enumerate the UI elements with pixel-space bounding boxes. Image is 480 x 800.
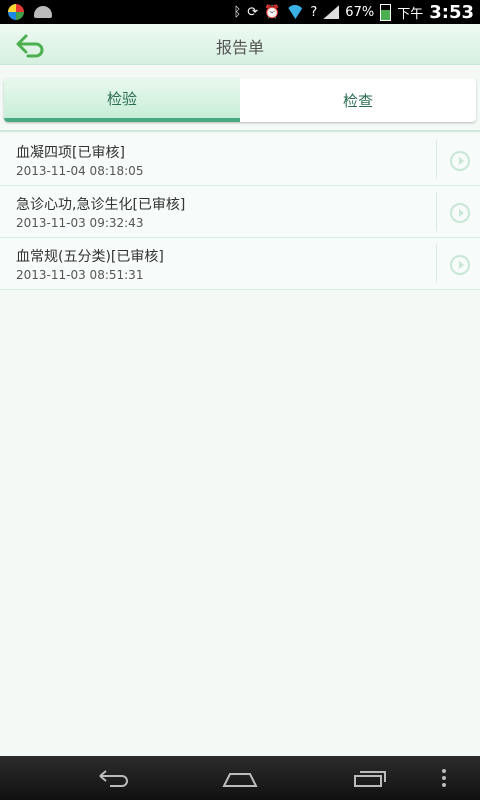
rotate-icon: ⟳	[247, 4, 259, 20]
report-date: 2013-11-03 09:32:43	[16, 216, 144, 230]
time-period: 下午	[397, 6, 424, 22]
list-item[interactable]: 血常规(五分类)[已审核] 2013-11-03 08:51:31	[0, 238, 480, 290]
system-nav-bar	[0, 756, 480, 800]
report-title: 血常规(五分类)[已审核]	[16, 249, 164, 265]
signal-icon	[323, 5, 340, 19]
tab-bar: 检验 检查	[4, 78, 476, 122]
battery-icon	[380, 3, 392, 21]
nav-home-button[interactable]	[220, 764, 260, 792]
app-notification-icon	[8, 4, 24, 20]
home-icon	[222, 773, 258, 787]
chevron-right-icon[interactable]	[450, 203, 470, 223]
header-bar: 报告单	[0, 24, 480, 65]
row-divider	[436, 140, 437, 179]
list-item[interactable]: 急诊心功,急诊生化[已审核] 2013-11-03 09:32:43	[0, 186, 480, 238]
report-date: 2013-11-03 08:51:31	[16, 268, 144, 282]
battery-percent: 67%	[345, 4, 375, 20]
nav-back-button[interactable]	[94, 764, 134, 792]
nav-recents-button[interactable]	[350, 764, 390, 792]
clock: 3:53	[429, 1, 474, 23]
report-list: 血凝四项[已审核] 2013-11-04 08:18:05 急诊心功,急诊生化[…	[0, 134, 480, 290]
list-item[interactable]: 血凝四项[已审核] 2013-11-04 08:18:05	[0, 134, 480, 186]
status-bar: ᛒ ⟳ ⏰ ? 67% 下午 3:53	[0, 0, 480, 24]
page-title: 报告单	[215, 38, 264, 57]
row-divider	[436, 244, 437, 283]
row-divider	[436, 192, 437, 231]
wifi-icon	[286, 5, 305, 19]
chevron-right-icon[interactable]	[450, 151, 470, 171]
tab-inspection[interactable]: 检验	[4, 78, 240, 122]
sim-icon: ?	[310, 4, 318, 20]
android-icon	[34, 6, 52, 18]
report-title: 急诊心功,急诊生化[已审核]	[16, 197, 186, 213]
alarm-icon: ⏰	[264, 4, 281, 20]
nav-menu-button[interactable]	[436, 764, 452, 792]
status-right: ᛒ ⟳ ⏰ ? 67% 下午 3:53	[233, 2, 480, 23]
tab-divider	[0, 130, 480, 132]
report-date: 2013-11-04 08:18:05	[16, 164, 144, 178]
bluetooth-icon: ᛒ	[233, 4, 242, 20]
status-left	[0, 4, 52, 20]
chevron-right-icon[interactable]	[450, 255, 470, 275]
report-title: 血凝四项[已审核]	[16, 145, 125, 161]
nav-back-icon	[99, 770, 128, 787]
tab-examination[interactable]: 检查	[240, 78, 476, 122]
menu-dots-icon	[442, 769, 446, 787]
recent-apps-icon	[354, 771, 386, 787]
